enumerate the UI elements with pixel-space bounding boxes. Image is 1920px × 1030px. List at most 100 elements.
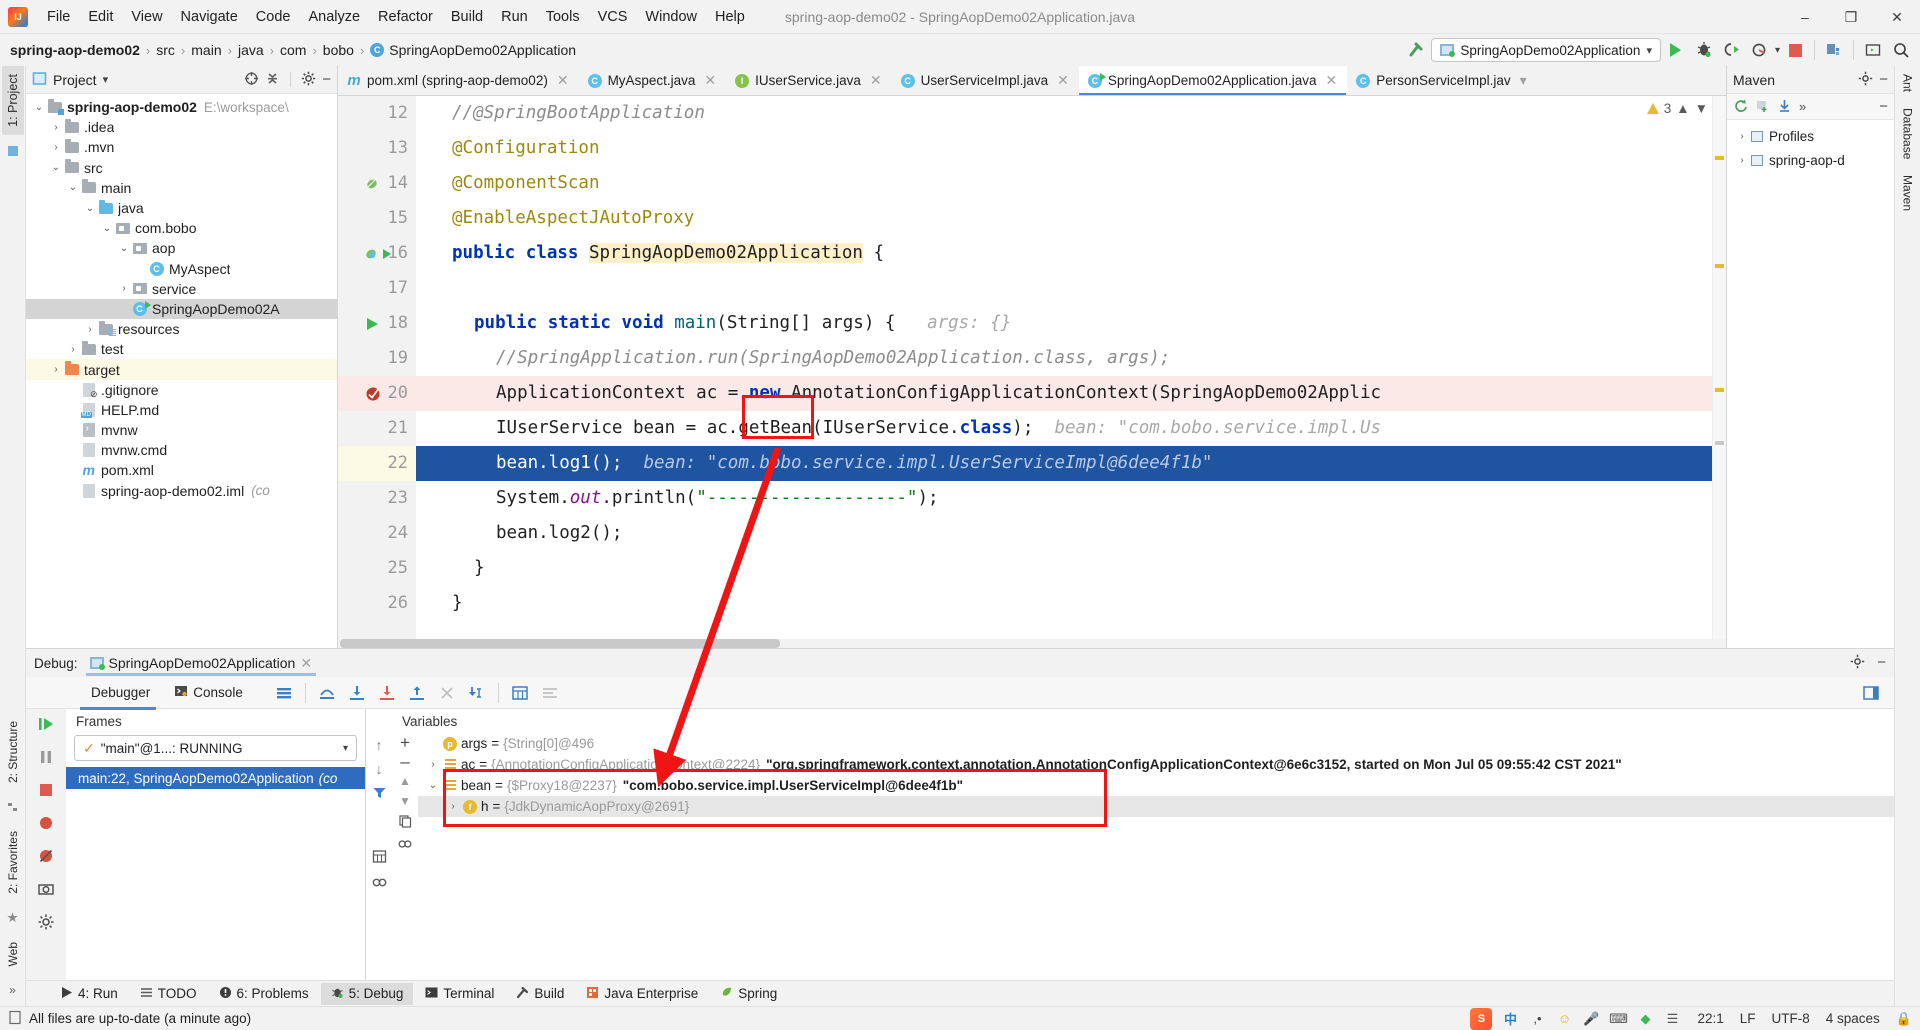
editor-tab-personserviceimpl[interactable]: C PersonServiceImpl.jav ▾ [1347, 66, 1536, 95]
menu-view[interactable]: View [122, 5, 171, 29]
breadcrumb-item-main[interactable]: main [191, 42, 221, 58]
menu-refactor[interactable]: Refactor [369, 5, 442, 29]
tree-twisty-icon[interactable]: ⌄ [49, 162, 63, 173]
editor-tab-pom[interactable]: m pom.xml (spring-aop-demo02) ✕ [338, 66, 579, 95]
gutter-line-16[interactable]: 16 [338, 236, 416, 271]
tree-twisty-icon[interactable]: › [49, 142, 63, 153]
tray-menu-icon[interactable]: ☰ [1663, 1010, 1681, 1028]
move-down-icon[interactable]: ▼ [399, 794, 411, 808]
hide-panel-icon[interactable]: − [1877, 655, 1886, 670]
hide-maven-icon[interactable]: − [1879, 99, 1888, 114]
tab-console[interactable]: Console [164, 680, 253, 705]
layout-settings-icon[interactable] [271, 680, 297, 706]
watches-icon[interactable] [372, 875, 387, 893]
tree-twisty-icon[interactable]: › [117, 283, 131, 294]
close-icon[interactable]: ✕ [557, 72, 569, 89]
emoji-icon[interactable]: ☺ [1555, 1010, 1573, 1028]
tree-node-mvnw[interactable]: mvnw [26, 420, 337, 440]
code-line-24[interactable]: bean.log2(); [416, 516, 1712, 551]
line-separator[interactable]: LF [1740, 1011, 1756, 1026]
code-line-18[interactable]: public static void main(String[] args) {… [416, 306, 1712, 341]
menu-edit[interactable]: Edit [79, 5, 122, 29]
gutter-line-23[interactable]: 23 [338, 481, 416, 516]
menu-help[interactable]: Help [706, 5, 754, 29]
tree-node-mvnw-cmd[interactable]: mvnw.cmd [26, 440, 337, 460]
maven-node-profiles[interactable]: › Profiles [1727, 124, 1894, 148]
gutter-line-20[interactable]: 20 [338, 376, 416, 411]
code-area[interactable]: //@SpringBootApplication @Configuration @C… [416, 96, 1712, 639]
menu-window[interactable]: Window [636, 5, 706, 29]
build-hammer-icon[interactable] [1403, 37, 1429, 63]
menu-analyze[interactable]: Analyze [299, 5, 369, 29]
inspection-widget[interactable]: 3 ▲ ▼ [1646, 101, 1708, 116]
editor-tab-myaspect[interactable]: C MyAspect.java ✕ [579, 66, 727, 95]
code-line-12[interactable]: //@SpringBootApplication [416, 96, 1712, 131]
menu-code[interactable]: Code [247, 5, 300, 29]
gutter-line-18[interactable]: 18▽ [338, 306, 430, 341]
frame-row[interactable]: main:22, SpringAopDemo02Application (co [66, 767, 365, 789]
tool-window-build[interactable]: Build [506, 983, 574, 1005]
force-step-into-button[interactable] [374, 680, 400, 706]
move-up-icon[interactable]: ▲ [399, 774, 411, 788]
camera-icon[interactable] [37, 880, 55, 901]
step-over-button[interactable] [314, 680, 340, 706]
sidebar-item-database[interactable]: Database [1897, 100, 1919, 167]
tool-window-5-debug[interactable]: 5: Debug [320, 982, 414, 1005]
view-breakpoints-icon[interactable] [37, 814, 55, 835]
restore-layout-button[interactable] [1858, 680, 1884, 706]
tree-node-spring-aop-demo02[interactable]: ⌄ spring-aop-demo02 E:\workspace\ [26, 97, 337, 117]
chevron-down-icon[interactable]: ▾ [1520, 72, 1527, 89]
file-encoding[interactable]: UTF-8 [1772, 1011, 1810, 1026]
sogou-icon[interactable]: S [1470, 1007, 1493, 1030]
gutter-line-22[interactable]: 22 [338, 446, 416, 481]
more-strip-icon[interactable]: » [2, 979, 24, 1001]
editor-tab-springaopdemo02application[interactable]: C SpringAopDemo02Application.java ✕ [1078, 66, 1348, 95]
code-line-15[interactable]: @EnableAspectJAutoProxy [416, 201, 1712, 236]
scrollbar-thumb[interactable] [340, 639, 780, 648]
sidebar-item-favorites[interactable]: 2: Favorites [2, 823, 24, 902]
copy-value-icon[interactable] [398, 814, 412, 831]
next-problem-icon[interactable]: ▼ [1695, 101, 1708, 116]
mic-icon[interactable]: 🎤 [1582, 1010, 1600, 1028]
tree-node--idea[interactable]: › .idea [26, 117, 337, 137]
run-with-coverage-button[interactable] [1719, 37, 1745, 63]
tool-window-spring[interactable]: Spring [710, 983, 787, 1005]
close-icon[interactable]: ✕ [300, 655, 312, 672]
hide-panel-icon[interactable]: − [322, 72, 331, 87]
filter-frames-icon[interactable] [372, 785, 387, 803]
menu-vcs[interactable]: VCS [589, 5, 637, 29]
code-line-20[interactable]: ApplicationContext ac = new AnnotationCo… [416, 376, 1712, 411]
search-everywhere-button[interactable] [1888, 37, 1914, 63]
half-width-icon[interactable]: ,• [1528, 1010, 1546, 1028]
tree-node-com-bobo[interactable]: ⌄ com.bobo [26, 218, 337, 238]
code-line-21[interactable]: IUserService bean = ac.getBean(IUserServ… [416, 411, 1712, 446]
gutter-line-26[interactable]: 26 [338, 586, 416, 621]
sidebar-item-maven[interactable]: Maven [1897, 167, 1919, 219]
code-line-26[interactable]: } [416, 586, 1712, 621]
breadcrumb-root[interactable]: spring-aop-demo02 [10, 42, 140, 58]
gutter-breakpoint-done[interactable] [364, 376, 382, 411]
gutter-line-21[interactable]: 21 [338, 411, 416, 446]
gear-icon[interactable] [1850, 654, 1865, 672]
editor-tab-iuserservice[interactable]: I IUserService.java ✕ [726, 66, 892, 95]
gutter-line-17[interactable]: 17 [338, 271, 416, 306]
tree-twisty-icon[interactable]: › [49, 364, 63, 375]
debug-button[interactable] [1691, 37, 1717, 63]
tree-node-service[interactable]: › service [26, 279, 337, 299]
keyboard-icon[interactable]: ⌨ [1609, 1010, 1628, 1028]
tree-twisty-icon[interactable]: › [1735, 155, 1749, 166]
tree-twisty-icon[interactable]: › [424, 759, 442, 770]
gutter-line-12[interactable]: 12 [338, 96, 416, 131]
resume-program-icon[interactable] [37, 715, 55, 736]
chevron-down-icon[interactable]: ▾ [103, 73, 109, 86]
tool-window-4-run[interactable]: 4: Run [50, 983, 128, 1005]
error-stripe[interactable] [1712, 96, 1726, 639]
breadcrumb-item-bobo[interactable]: bobo [323, 42, 354, 58]
menu-file[interactable]: File [38, 5, 79, 29]
close-icon[interactable]: ✕ [870, 72, 882, 89]
menu-run[interactable]: Run [492, 5, 537, 29]
settings-button[interactable] [537, 680, 563, 706]
breadcrumb-item-java[interactable]: java [238, 42, 264, 58]
tree-twisty-icon[interactable]: ⌄ [32, 102, 46, 113]
add-maven-project-icon[interactable] [1755, 98, 1770, 116]
